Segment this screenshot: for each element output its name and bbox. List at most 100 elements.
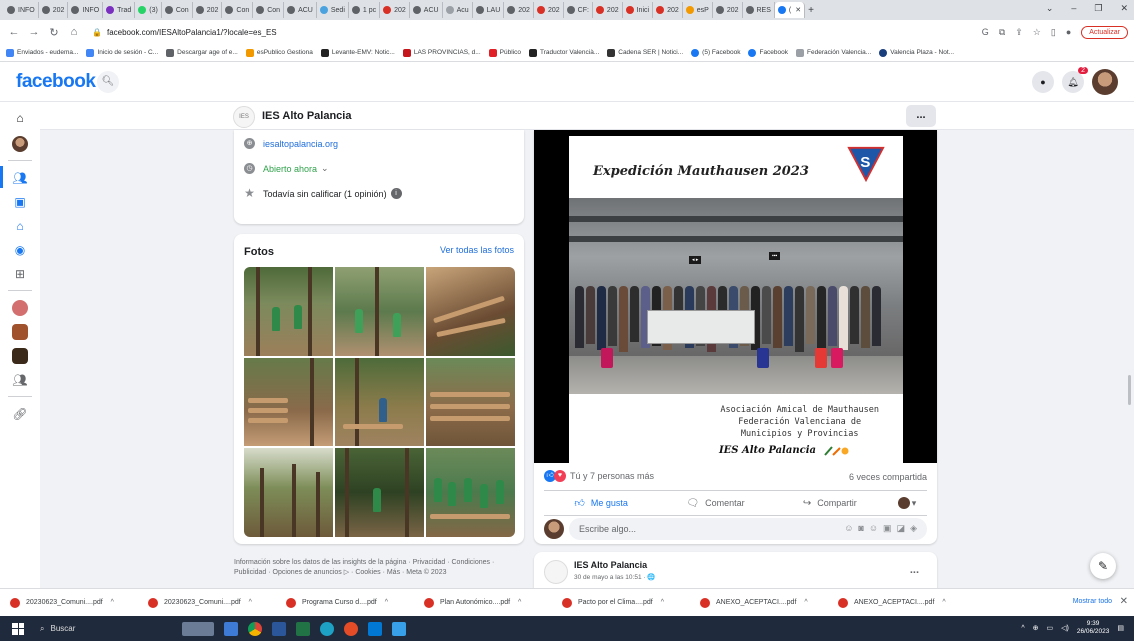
photo-icon[interactable]: ▣ — [883, 523, 892, 534]
clock[interactable]: 9:39 26/06/2023 — [1077, 620, 1110, 636]
chevron-up-icon[interactable]: ^ — [1021, 625, 1024, 632]
menu-grid-icon[interactable]: ⊞ — [12, 266, 28, 282]
audience-selector[interactable]: ▾ — [887, 492, 927, 514]
chevron-up-icon[interactable]: ^ — [385, 599, 388, 606]
post-timestamp[interactable]: 30 de mayo a las 10:51 · 🌐 — [574, 573, 655, 581]
task-view-icon[interactable] — [224, 621, 238, 636]
groups-icon[interactable]: 👥︎ — [12, 372, 28, 388]
post-image[interactable]: Expedición Mauthausen 2023 S ◂ ▸ ▪▪▪ Aso… — [534, 130, 937, 463]
address-bar[interactable]: 🔒 facebook.com/IESAltoPalancia1/?locale=… — [86, 23, 982, 41]
browser-tab-active[interactable]: (✕ — [774, 2, 806, 18]
bookmark-item[interactable]: Descargar age of e... — [166, 48, 238, 57]
excel-icon[interactable] — [296, 621, 310, 636]
chevron-up-icon[interactable]: ^ — [518, 599, 521, 606]
close-icon[interactable]: ✕ — [1120, 596, 1128, 607]
chevron-up-icon[interactable]: ^ — [942, 599, 945, 606]
share-icon[interactable]: ⇪ — [1015, 27, 1023, 38]
footer-line[interactable]: Información sobre los datos de las insig… — [234, 558, 524, 568]
volume-icon[interactable]: ◁) — [1061, 624, 1069, 632]
browser-tab[interactable]: 202 — [380, 2, 410, 18]
browser-tab[interactable]: Acu — [443, 2, 473, 18]
page-more-button[interactable]: ... — [906, 105, 936, 127]
browser-tab[interactable]: ACU — [284, 2, 317, 18]
search-icon[interactable]: 🔍︎ — [97, 71, 119, 93]
bookmark-item[interactable]: Inicio de sesión - C... — [86, 48, 158, 57]
notifications-icon[interactable]: ▤ — [1117, 624, 1124, 632]
network-icon[interactable]: ⊕ — [1033, 624, 1039, 632]
bookmark-item[interactable]: Valencia Plaza - Not... — [879, 48, 954, 57]
minimize-icon[interactable]: – — [1071, 3, 1076, 14]
link-icon[interactable]: 🔗︎ — [12, 406, 28, 422]
tab-search-icon[interactable]: ⌄ — [1046, 3, 1054, 14]
info-icon[interactable]: i — [390, 188, 402, 199]
browser-tab[interactable]: INFO — [4, 2, 39, 18]
group-avatar[interactable] — [12, 300, 28, 316]
share-button[interactable]: ↪ Compartir — [773, 492, 887, 514]
photo-thumbnail[interactable] — [335, 267, 424, 356]
website-link[interactable]: iesaltopalancia.org — [263, 139, 338, 149]
bookmark-item[interactable]: Traductor Valencià... — [529, 48, 599, 57]
browser-tab[interactable]: CF: — [564, 2, 593, 18]
photo-thumbnail[interactable] — [335, 448, 424, 537]
scrollbar-thumb[interactable] — [1128, 375, 1131, 405]
browser-tab[interactable]: RES — [743, 2, 775, 18]
download-item[interactable]: Programa Curso d....pdf ^ — [286, 597, 424, 608]
open-status[interactable]: Abierto ahora — [263, 164, 317, 174]
watch-icon[interactable]: ▣ — [12, 194, 28, 210]
bookmark-item[interactable]: esPublico Gestiona — [245, 48, 313, 57]
browser-tab[interactable]: 202 — [653, 2, 683, 18]
notifications-icon[interactable]: 🔔︎ 2 — [1062, 67, 1088, 93]
download-item[interactable]: 20230623_Comuni....pdf ^ — [148, 597, 286, 608]
update-button[interactable]: Actualizar — [1081, 25, 1128, 39]
comment-input[interactable]: Escribe algo... ☺ ◙ ☺ ▣ ◪ ◈ — [569, 518, 927, 540]
bookmark-item[interactable]: (5) Facebook — [691, 48, 740, 57]
photo-thumbnail[interactable] — [244, 267, 333, 356]
star-icon[interactable]: ☆ — [1033, 27, 1041, 38]
emoji-icon[interactable]: ☺ — [869, 523, 878, 534]
show-all-downloads-button[interactable]: Mostrar todo — [1073, 598, 1112, 605]
friends-icon[interactable]: 👥︎ — [12, 170, 28, 186]
bookmark-item[interactable]: Enviados - eudema... — [6, 48, 78, 57]
close-window-icon[interactable]: ✕ — [1120, 3, 1128, 14]
photo-thumbnail[interactable] — [426, 267, 515, 356]
new-message-button[interactable]: ✎ — [1090, 553, 1116, 579]
home-icon[interactable]: ⌂ — [66, 26, 82, 38]
widgets-icon[interactable] — [182, 621, 214, 636]
chevron-up-icon[interactable]: ^ — [111, 599, 114, 606]
browser-tab[interactable]: Con — [253, 2, 285, 18]
download-item[interactable]: 20230623_Comuni....pdf ^ — [10, 597, 148, 608]
windows-start-icon[interactable] — [12, 622, 24, 635]
browser-tab[interactable]: Inici — [623, 2, 654, 18]
bookmark-item[interactable]: LAS PROVINCIAS, d... — [402, 48, 481, 57]
download-item[interactable]: ANEXO_ACEPTACI....pdf ^ — [700, 597, 838, 608]
taskbar-search[interactable]: ⌕ Buscar — [40, 624, 150, 634]
battery-icon[interactable]: ▭ — [1046, 624, 1053, 632]
bookmark-item[interactable]: Cadena SER | Notici... — [607, 48, 683, 57]
browser-tab[interactable]: 202 — [39, 2, 69, 18]
post-more-button[interactable]: ... — [910, 564, 919, 576]
browser-tab[interactable]: 1 pc — [349, 2, 381, 18]
google-icon[interactable]: G — [982, 27, 989, 37]
browser-tab[interactable]: LAU — [473, 2, 505, 18]
page-name[interactable]: IES Alto Palancia — [262, 110, 351, 122]
browser-tab[interactable]: 202 — [193, 2, 223, 18]
account-avatar[interactable] — [1092, 69, 1118, 95]
gif-icon[interactable]: ◪ — [897, 523, 906, 534]
browser-tab[interactable]: (3) — [135, 2, 162, 18]
gaming-icon[interactable]: ◉ — [12, 242, 28, 258]
browser-tab[interactable]: Con — [162, 2, 193, 18]
photo-thumbnail[interactable] — [426, 357, 515, 447]
browser-tab[interactable]: 202 — [504, 2, 534, 18]
edge-icon[interactable] — [320, 621, 334, 636]
browser-tab[interactable]: Sedi — [317, 2, 349, 18]
home-icon[interactable]: ⌂ — [12, 110, 28, 126]
marketplace-icon[interactable]: ⌂ — [12, 218, 28, 234]
shares-count[interactable]: 6 veces compartida — [849, 472, 927, 482]
footer-line[interactable]: Publicidad · Opciones de anuncios ▷ · Co… — [234, 568, 524, 578]
page-avatar[interactable] — [544, 560, 568, 584]
profile-icon[interactable]: ● — [1066, 27, 1071, 37]
browser-tab[interactable]: 202 — [713, 2, 743, 18]
messenger-icon[interactable]: ● — [1032, 71, 1054, 93]
app-icon[interactable] — [368, 621, 382, 636]
browser-tab[interactable]: ACU — [410, 2, 443, 18]
